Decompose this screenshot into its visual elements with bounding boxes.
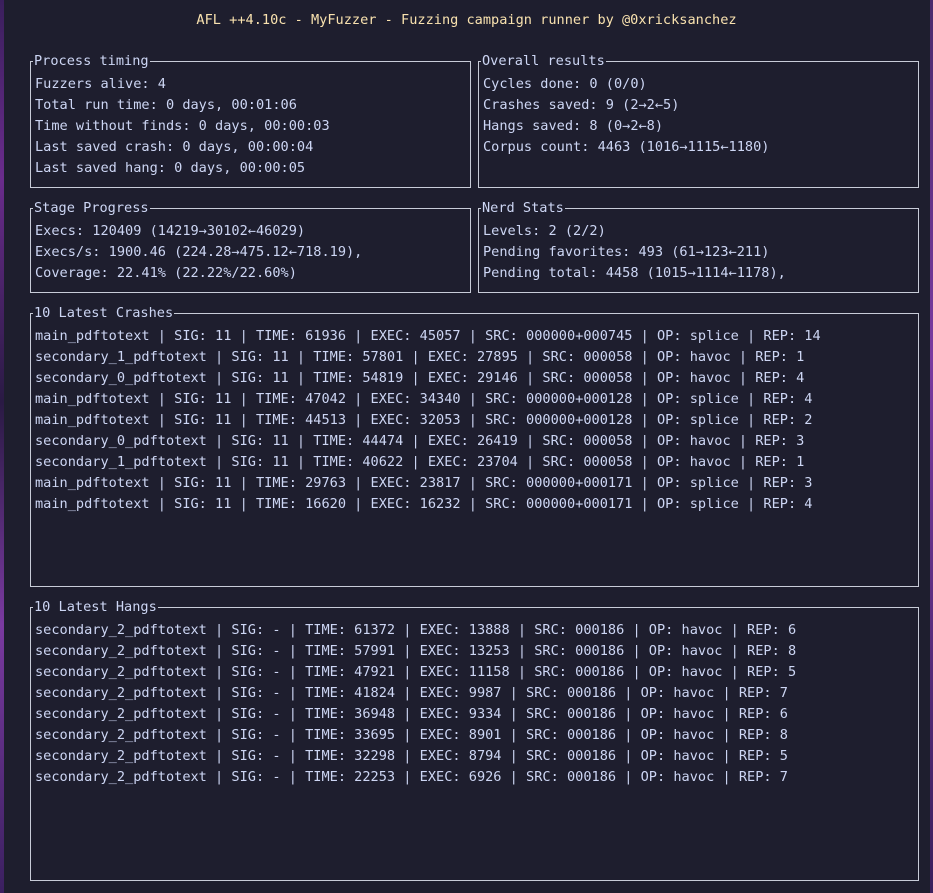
pending-favorites: Pending favorites: 493 (61→123←211)	[483, 244, 770, 260]
crash-row: main_pdftotext | SIG: 11 | TIME: 61936 |…	[35, 328, 821, 344]
pending-total: Pending total: 4458 (1015→1114←1178),	[483, 265, 786, 281]
stage-progress-title: Stage Progress	[33, 200, 150, 216]
hang-row: secondary_2_pdftotext | SIG: - | TIME: 2…	[35, 769, 788, 785]
hang-row: secondary_2_pdftotext | SIG: - | TIME: 3…	[35, 706, 788, 722]
fuzzers-alive: Fuzzers alive: 4	[35, 76, 166, 92]
time-without-finds: Time without finds: 0 days, 00:00:03	[35, 118, 330, 134]
app-title: AFL ++4.10c - MyFuzzer - Fuzzing campaig…	[196, 12, 737, 28]
levels: Levels: 2 (2/2)	[483, 223, 606, 239]
hang-row: secondary_2_pdftotext | SIG: - | TIME: 4…	[35, 664, 797, 680]
hang-row: secondary_2_pdftotext | SIG: - | TIME: 3…	[35, 727, 788, 743]
nerd-stats-panel: Nerd Stats Levels: 2 (2/2) Pending favor…	[478, 200, 919, 293]
nerd-stats-title: Nerd Stats	[481, 200, 565, 216]
execs: Execs: 120409 (14219→30102←46029)	[35, 223, 306, 239]
process-timing-panel: Process timing Fuzzers alive: 4 Total ru…	[30, 53, 471, 188]
total-run-time: Total run time: 0 days, 00:01:06	[35, 97, 297, 113]
crash-row: main_pdftotext | SIG: 11 | TIME: 29763 |…	[35, 475, 813, 491]
process-timing-title: Process timing	[33, 53, 150, 69]
overall-results-title: Overall results	[481, 53, 606, 69]
latest-crashes-panel: 10 Latest Crashes main_pdftotext | SIG: …	[30, 305, 919, 587]
stage-progress-panel: Stage Progress Execs: 120409 (14219→3010…	[30, 200, 471, 293]
latest-crashes-title: 10 Latest Crashes	[33, 305, 175, 321]
crash-row: secondary_1_pdftotext | SIG: 11 | TIME: …	[35, 454, 805, 470]
window-edge-left	[0, 0, 4, 893]
crash-row: secondary_1_pdftotext | SIG: 11 | TIME: …	[35, 349, 805, 365]
cycles-done: Cycles done: 0 (0/0)	[483, 76, 647, 92]
hang-row: secondary_2_pdftotext | SIG: - | TIME: 4…	[35, 685, 788, 701]
crash-row: secondary_0_pdftotext | SIG: 11 | TIME: …	[35, 433, 805, 449]
crash-row: secondary_0_pdftotext | SIG: 11 | TIME: …	[35, 370, 805, 386]
crash-row: main_pdftotext | SIG: 11 | TIME: 47042 |…	[35, 391, 813, 407]
hang-row: secondary_2_pdftotext | SIG: - | TIME: 3…	[35, 748, 788, 764]
last-saved-crash: Last saved crash: 0 days, 00:00:04	[35, 139, 314, 155]
crashes-saved: Crashes saved: 9 (2→2←5)	[483, 97, 680, 113]
hang-row: secondary_2_pdftotext | SIG: - | TIME: 6…	[35, 622, 797, 638]
last-saved-hang: Last saved hang: 0 days, 00:00:05	[35, 160, 306, 176]
coverage: Coverage: 22.41% (22.22%/22.60%)	[35, 265, 297, 281]
crash-row: main_pdftotext | SIG: 11 | TIME: 16620 |…	[35, 496, 813, 512]
latest-hangs-title: 10 Latest Hangs	[33, 599, 158, 615]
crash-row: main_pdftotext | SIG: 11 | TIME: 44513 |…	[35, 412, 813, 428]
overall-results-panel: Overall results Cycles done: 0 (0/0) Cra…	[478, 53, 919, 188]
hang-row: secondary_2_pdftotext | SIG: - | TIME: 5…	[35, 643, 797, 659]
corpus-count: Corpus count: 4463 (1016→1115←1180)	[483, 139, 770, 155]
latest-hangs-panel: 10 Latest Hangs secondary_2_pdftotext | …	[30, 599, 919, 881]
hangs-saved: Hangs saved: 8 (0→2←8)	[483, 118, 664, 134]
execs-per-sec: Execs/s: 1900.46 (224.28→475.12←718.19),	[35, 244, 363, 260]
